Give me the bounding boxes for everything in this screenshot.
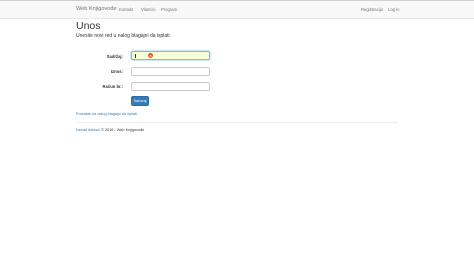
- save-button[interactable]: Sačuvaj: [131, 96, 149, 106]
- top-navbar: Web Knjigovođe Kontakt Vlasnici Program …: [0, 0, 474, 19]
- nav-link-program[interactable]: Program: [161, 7, 177, 12]
- error-icon: ×: [148, 53, 153, 59]
- nav-link-kontakt[interactable]: Kontakt: [119, 7, 133, 12]
- footer-author-link[interactable]: Nenad Aleksić: [76, 128, 100, 132]
- text-cursor: [135, 53, 136, 58]
- content-input[interactable]: ×: [131, 51, 210, 60]
- page-title: Unos: [76, 20, 101, 32]
- footer: Nenad Aleksić © 2016 - Web Knjigovođe: [76, 128, 144, 132]
- footer-divider: [76, 122, 398, 123]
- nav-link-vlasnici[interactable]: Vlasnici: [141, 7, 155, 12]
- amount-input[interactable]: [131, 67, 210, 76]
- back-to-cash-order-link[interactable]: Povratak na nalog blagajni da isplati: [76, 112, 137, 116]
- footer-copyright: © 2016 - Web Knjigovođe: [100, 128, 145, 132]
- page-subtitle: Unesite novi red u nalog blagajni da isp…: [76, 33, 170, 39]
- receipt-number-label: Račun br.:: [102, 84, 123, 89]
- receipt-number-input[interactable]: [131, 82, 210, 91]
- amount-label: Iznos:: [110, 69, 123, 74]
- nav-link-registracija[interactable]: Registracija: [361, 7, 383, 12]
- content-label: Sadržaj:: [106, 54, 123, 59]
- nav-link-login[interactable]: Log in: [388, 7, 399, 12]
- navbar-brand[interactable]: Web Knjigovođe: [76, 6, 117, 12]
